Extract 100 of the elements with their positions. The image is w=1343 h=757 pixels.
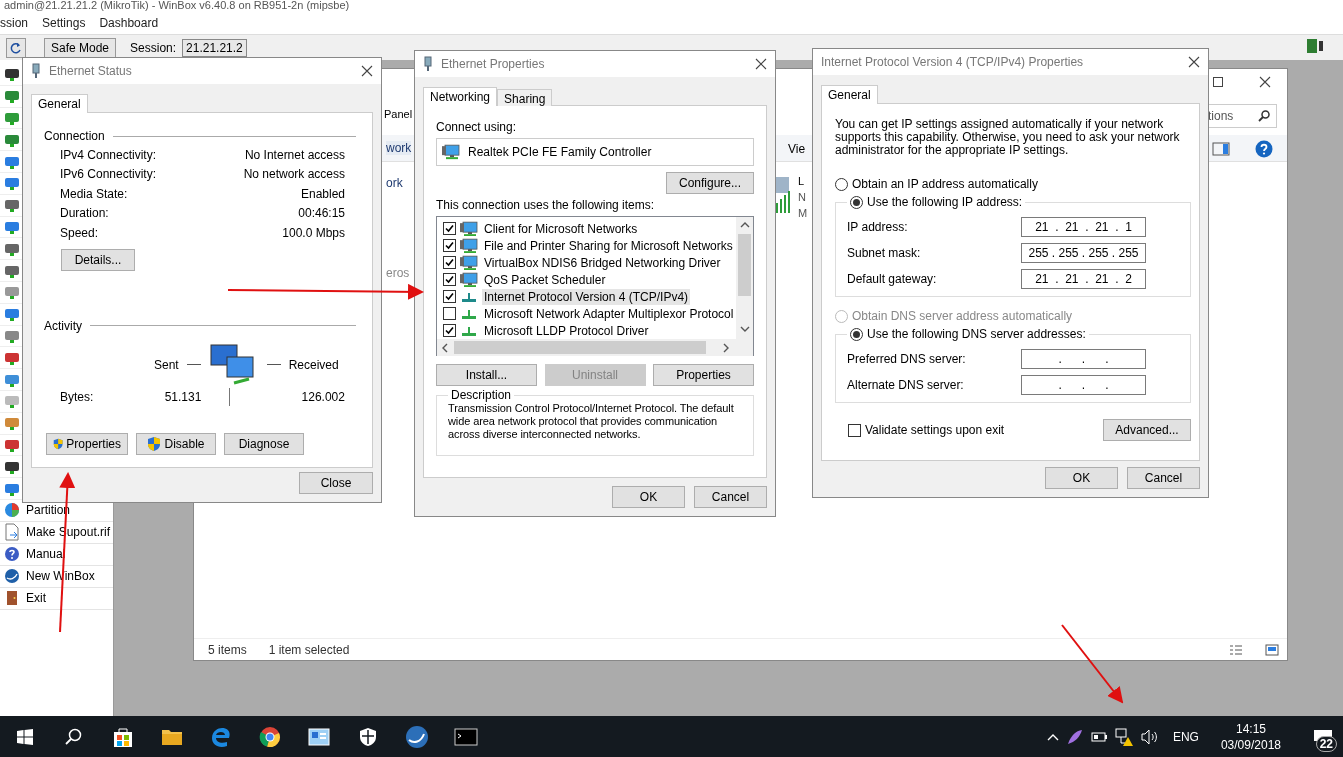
tab[interactable]: Sharing [497,89,553,106]
action-button[interactable]: Install... [436,364,537,386]
safe-mode-button[interactable]: Safe Mode [44,37,117,58]
action-button[interactable]: Properties [46,432,128,455]
close-icon[interactable] [1259,76,1271,88]
menu-item[interactable]: Settings [42,16,86,30]
language-indicator[interactable]: ENG [1172,729,1199,744]
ip-field[interactable]: 21 . 21 . 21 . 2 [1021,269,1146,289]
ok-button[interactable]: OK [1045,467,1118,489]
checkbox[interactable] [443,324,456,337]
checkbox[interactable] [443,239,456,252]
adapter-text: M [798,207,808,219]
browser-e-icon[interactable] [209,725,232,748]
redo-button[interactable] [6,37,26,58]
checkbox[interactable] [443,222,456,235]
pie-chart-icon [4,502,20,519]
checkbox[interactable] [443,256,456,269]
feather-icon[interactable] [1066,728,1083,745]
list-item[interactable]: Client for Microsoft Networks [482,220,640,237]
speaker-icon[interactable] [1140,728,1159,745]
clock[interactable]: 14:15 03/09/2018 [1206,720,1295,753]
battery-icon[interactable] [1090,731,1107,742]
view-pane-icon[interactable] [1212,142,1230,156]
list-item[interactable]: Microsoft Network Adapter Multiplexor Protocol [482,305,736,322]
ip-field[interactable]: 255 . 255 . 255 . 255 [1021,243,1146,263]
menu-icon[interactable] [4,263,20,278]
list-item[interactable]: Internet Protocol Version 4 (TCP/IPv4) [482,288,691,305]
tiles-view-icon[interactable] [1265,643,1279,656]
field-label: Duration: [60,206,109,221]
ip-field[interactable]: . . . [1021,375,1146,395]
scrollbar-thumb[interactable] [454,341,706,354]
adapter-text: N [798,191,806,203]
sidebar-item[interactable]: Exit [0,587,113,610]
protocol-icon [460,324,478,337]
globe-icon[interactable] [404,724,429,749]
status-indicator-icon [1307,39,1323,53]
scrollbar-thumb[interactable] [738,234,751,296]
action-button[interactable]: Properties [653,364,754,386]
folder-icon[interactable] [160,727,183,746]
tab[interactable]: Networking [423,87,498,106]
checkbox-label: Validate settings upon exit [865,423,1005,437]
list-item[interactable]: VirtualBox NDIS6 Bridged Networking Driver [482,254,723,271]
close-icon[interactable] [361,65,373,77]
close-button[interactable]: Close [299,472,373,494]
checkbox[interactable] [443,307,456,320]
browser-circle-icon[interactable] [258,725,281,748]
chevron-up-icon[interactable] [1046,732,1059,741]
ok-button[interactable]: OK [612,486,685,508]
list-item[interactable]: QoS Packet Scheduler [482,271,608,288]
menu-item[interactable]: ssion [0,16,28,30]
globe-icon [4,568,20,585]
cancel-button[interactable]: Cancel [1127,467,1200,489]
checkbox[interactable] [443,290,456,303]
help-icon[interactable] [1255,140,1273,158]
menu-item[interactable]: Dashboard [99,16,159,30]
ip-field[interactable]: 21 . 21 . 21 . 1 [1021,217,1146,237]
tab[interactable]: General [821,85,878,104]
menu-icon[interactable] [4,67,20,82]
checkbox[interactable] [848,423,861,437]
toolbar-text[interactable]: Vie [788,142,806,156]
adapter-field: Realtek PCIe FE Family Controller [436,138,754,166]
close-icon[interactable] [1188,56,1200,68]
configure-button[interactable]: Configure... [666,172,754,194]
document-icon [4,523,20,542]
protocol-icon [460,307,478,320]
received-label: Received [288,357,339,372]
group-heading: Description [450,388,513,402]
action-button[interactable]: Disable [136,432,216,455]
shopping-bag-icon[interactable] [111,725,134,748]
list-item-text[interactable]: ork [386,176,403,190]
menu-icon[interactable] [4,459,20,474]
action-button[interactable]: Diagnose [224,432,304,455]
list-item[interactable]: File and Printer Sharing for Microsoft Networks [482,237,735,254]
radio-button[interactable] [835,177,848,191]
search-icon[interactable] [64,727,83,746]
ip-field[interactable]: . . . [1021,349,1146,369]
terminal-icon[interactable] [453,727,478,746]
tab[interactable]: General [31,94,88,113]
cancel-button[interactable]: Cancel [694,486,767,508]
network-warning-icon[interactable] [1114,727,1133,746]
network-icon [460,220,478,237]
menu-icon[interactable] [4,198,20,213]
list-item[interactable]: Microsoft LLDP Protocol Driver [482,322,651,339]
close-icon[interactable] [755,58,767,70]
network-icon [460,237,478,254]
description-text: Transmission Control Protocol/Internet Protocol. The default wide area network protocol that provides communication across diverse interconnected networks. [448,402,735,441]
advanced-button[interactable]: Advanced... [1103,419,1191,441]
menu-icon[interactable] [4,241,20,256]
maximize-icon[interactable] [1213,77,1223,87]
list-item-text[interactable]: eros [386,266,410,280]
session-field[interactable]: 21.21.21.2 [182,38,247,57]
control-panel-icon[interactable] [307,727,330,746]
details-button[interactable]: Details... [61,248,135,271]
redo-icon [10,41,22,54]
checkbox[interactable] [443,273,456,286]
shield-icon[interactable] [358,726,377,747]
list-item-text[interactable]: work [386,141,412,155]
windows-start-icon[interactable] [16,728,33,745]
radio-button[interactable] [850,195,863,209]
radio-button[interactable] [850,327,863,341]
